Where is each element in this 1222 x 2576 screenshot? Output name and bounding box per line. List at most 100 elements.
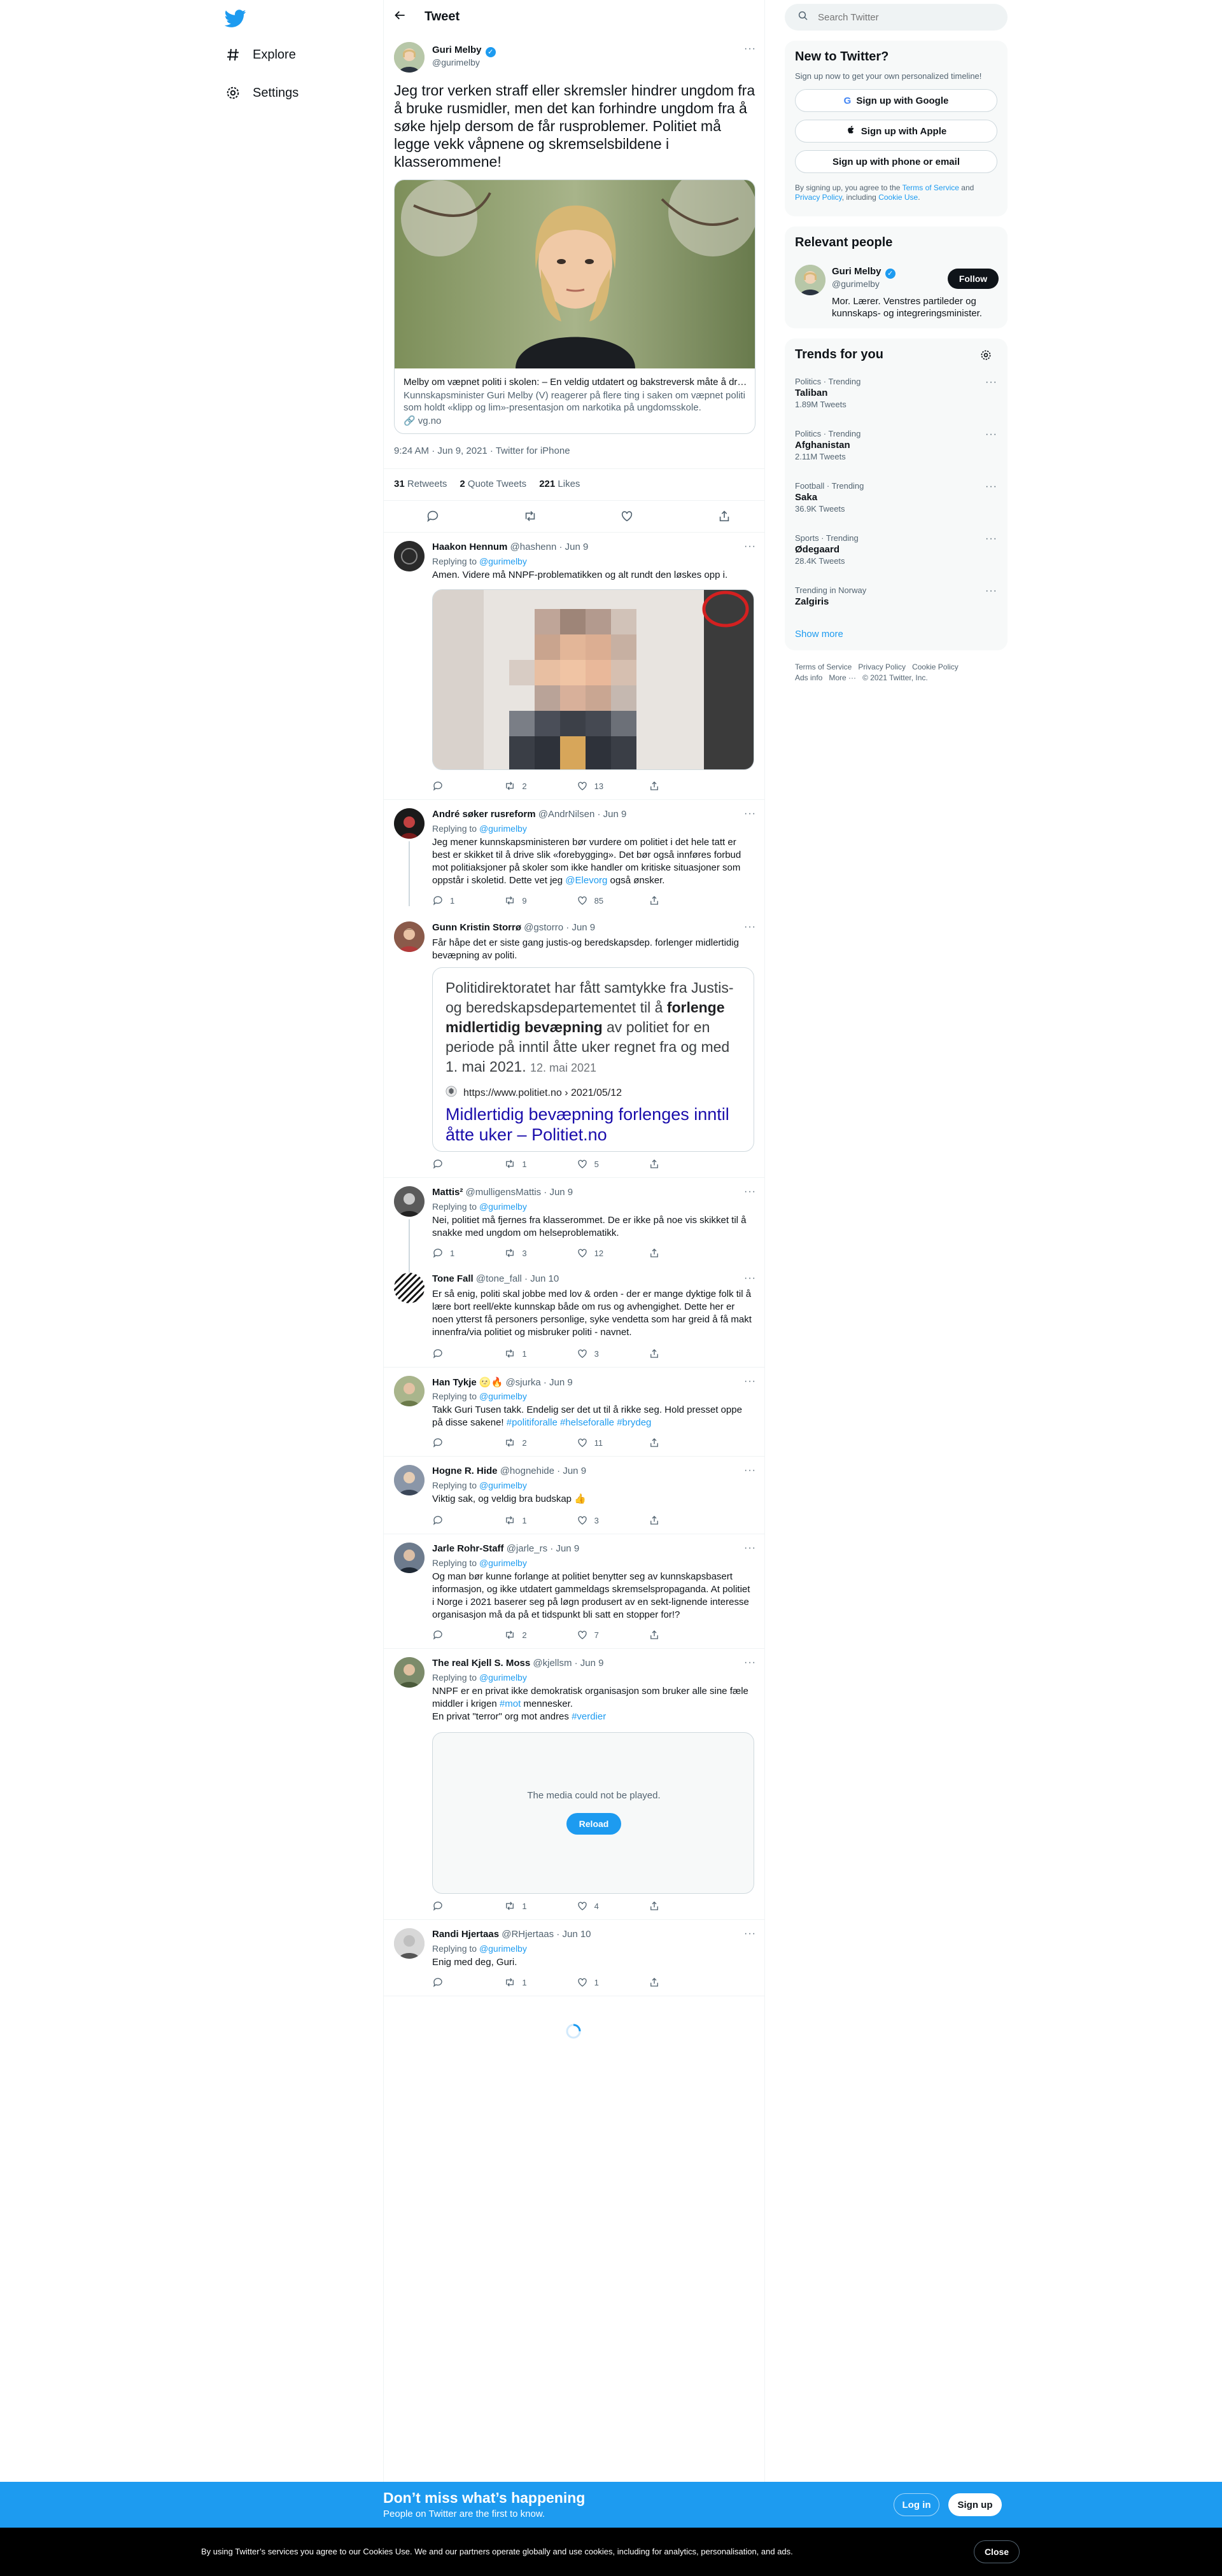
- reply-author-handle[interactable]: @hashenn: [510, 542, 557, 552]
- reply-button[interactable]: [432, 1900, 489, 1912]
- terms-link[interactable]: Terms of Service: [902, 183, 959, 192]
- replying-to-mention[interactable]: @gurimelby: [479, 823, 527, 834]
- replying-to-mention[interactable]: @gurimelby: [479, 1558, 527, 1568]
- reply-author-handle[interactable]: @mulligensMattis: [466, 1187, 542, 1198]
- replying-to-mention[interactable]: @gurimelby: [479, 1480, 527, 1490]
- more-options-icon[interactable]: ···: [744, 1657, 756, 1669]
- share-button[interactable]: [649, 1977, 706, 1988]
- reply-date[interactable]: Jun 9: [565, 542, 589, 552]
- like-button[interactable]: 85: [577, 895, 634, 906]
- reply-avatar[interactable]: [394, 921, 425, 952]
- trend-item[interactable]: Football · Trending Saka 36.9K Tweets ···: [795, 481, 997, 526]
- reply-date[interactable]: Jun 9: [563, 1466, 586, 1476]
- trend-more-icon[interactable]: ···: [985, 481, 997, 493]
- show-more-link[interactable]: Show more: [795, 629, 843, 640]
- more-options-icon[interactable]: ···: [744, 921, 756, 933]
- reply-avatar[interactable]: [394, 1376, 425, 1406]
- more-options-icon[interactable]: ···: [744, 541, 756, 552]
- reply-avatar[interactable]: [394, 1273, 425, 1303]
- signup-apple-button[interactable]: Sign up with Apple: [795, 120, 997, 143]
- reply-date[interactable]: Jun 9: [556, 1543, 579, 1554]
- relevant-avatar[interactable]: [795, 265, 825, 295]
- reply-author-name[interactable]: Jarle Rohr-Staff: [432, 1543, 504, 1554]
- signup-button[interactable]: Sign up: [948, 2493, 1002, 2516]
- retweet-button[interactable]: 1: [504, 1977, 561, 1988]
- more-options-icon[interactable]: ···: [744, 43, 756, 55]
- reply-author-handle[interactable]: @gstorro: [524, 922, 563, 933]
- relevant-name[interactable]: Guri Melby: [832, 266, 881, 277]
- retweet-button[interactable]: 1: [504, 1348, 561, 1359]
- reply-author-handle[interactable]: @kjellsm: [533, 1658, 572, 1669]
- more-options-icon[interactable]: ···: [744, 1465, 756, 1476]
- trend-item[interactable]: Politics · Trending Afghanistan 2.11M Twee…: [795, 429, 997, 473]
- reply-button[interactable]: 1: [432, 895, 489, 906]
- trend-more-icon[interactable]: ···: [985, 533, 997, 545]
- retweet-button[interactable]: 2: [504, 1629, 561, 1641]
- trend-more-icon[interactable]: ···: [985, 585, 997, 597]
- author-handle[interactable]: @gurimelby: [432, 57, 480, 67]
- reply-avatar[interactable]: [394, 541, 425, 571]
- replying-to-mention[interactable]: @gurimelby: [479, 1391, 527, 1401]
- like-button[interactable]: 13: [577, 780, 634, 792]
- reply-date[interactable]: Jun 9: [572, 922, 595, 933]
- trend-item[interactable]: Politics · Trending Taliban 1.89M Tweets ·…: [795, 377, 997, 421]
- author-name[interactable]: Guri Melby: [432, 45, 482, 55]
- reply-author-handle[interactable]: @jarle_rs: [507, 1543, 547, 1554]
- reply-author-handle[interactable]: @hognehide: [500, 1466, 554, 1476]
- replying-to-mention[interactable]: @gurimelby: [479, 1672, 527, 1683]
- reply-author-handle[interactable]: @sjurka: [505, 1377, 540, 1388]
- reply-author-name[interactable]: Gunn Kristin Storrø: [432, 922, 521, 933]
- reply-avatar[interactable]: [394, 1186, 425, 1217]
- reply-author-handle[interactable]: @AndrNilsen: [538, 809, 595, 820]
- like-button[interactable]: 4: [577, 1900, 634, 1912]
- retweet-button[interactable]: 9: [504, 895, 561, 906]
- reply-avatar[interactable]: [394, 1657, 425, 1688]
- footer-ads[interactable]: Ads info: [795, 673, 822, 682]
- like-button[interactable]: 12: [577, 1247, 634, 1259]
- quoted-snippet-card[interactable]: Politidirektoratet har fått samtykke fra…: [432, 967, 754, 1152]
- footer-terms[interactable]: Terms of Service: [795, 662, 852, 671]
- share-button[interactable]: [649, 895, 706, 906]
- retweet-button[interactable]: 2: [504, 1437, 561, 1448]
- retweet-button[interactable]: 3: [504, 1247, 561, 1259]
- follow-button[interactable]: Follow: [948, 269, 999, 289]
- reply-avatar[interactable]: [394, 1543, 425, 1573]
- reply-author-handle[interactable]: @RHjertaas: [502, 1929, 554, 1940]
- reply-button[interactable]: [432, 1158, 489, 1170]
- more-options-icon[interactable]: ···: [744, 1928, 756, 1940]
- more-options-icon[interactable]: ···: [744, 808, 756, 820]
- more-options-icon[interactable]: ···: [744, 1186, 756, 1198]
- likes-stat[interactable]: 221 Likes: [539, 479, 580, 489]
- trend-more-icon[interactable]: ···: [985, 377, 997, 388]
- reply-author-handle[interactable]: @tone_fall: [476, 1273, 522, 1284]
- footer-privacy[interactable]: Privacy Policy: [858, 662, 906, 671]
- reply-date[interactable]: Jun 10: [530, 1273, 559, 1284]
- share-button[interactable]: [649, 1900, 706, 1912]
- reply-media-image[interactable]: [432, 589, 754, 770]
- replying-to-mention[interactable]: @gurimelby: [479, 1201, 527, 1212]
- more-options-icon[interactable]: ···: [744, 1543, 756, 1554]
- share-button[interactable]: [649, 780, 706, 792]
- signup-phone-button[interactable]: Sign up with phone or email: [795, 150, 997, 173]
- reply-avatar[interactable]: [394, 1465, 425, 1495]
- footer-more[interactable]: More ···: [829, 673, 856, 682]
- reply-date[interactable]: Jun 9: [549, 1377, 573, 1388]
- reply-button[interactable]: [432, 780, 489, 792]
- search-input[interactable]: [818, 11, 983, 23]
- settings-gear-icon[interactable]: [980, 349, 992, 365]
- hashtag-links[interactable]: #politiforalle #helseforalle #brydeg: [507, 1417, 652, 1428]
- reply-author-name[interactable]: André søker rusreform: [432, 809, 536, 820]
- reply-button[interactable]: [432, 1629, 489, 1641]
- like-button[interactable]: 1: [577, 1977, 634, 1988]
- trend-more-icon[interactable]: ···: [985, 429, 997, 440]
- like-button[interactable]: 7: [577, 1629, 634, 1641]
- reply-date[interactable]: Jun 9: [603, 809, 627, 820]
- twitter-logo-icon[interactable]: [224, 8, 248, 31]
- tweet-timestamp[interactable]: 9:24 AM · Jun 9, 2021 · Twitter for iPho…: [394, 445, 570, 456]
- retweet-button[interactable]: 1: [504, 1515, 561, 1526]
- share-button[interactable]: [649, 1247, 706, 1259]
- reply-button[interactable]: [432, 1437, 489, 1448]
- video-player[interactable]: The media could not be played. Reload: [432, 1732, 754, 1894]
- share-button[interactable]: [649, 1629, 706, 1641]
- reply-button[interactable]: 1: [432, 1247, 489, 1259]
